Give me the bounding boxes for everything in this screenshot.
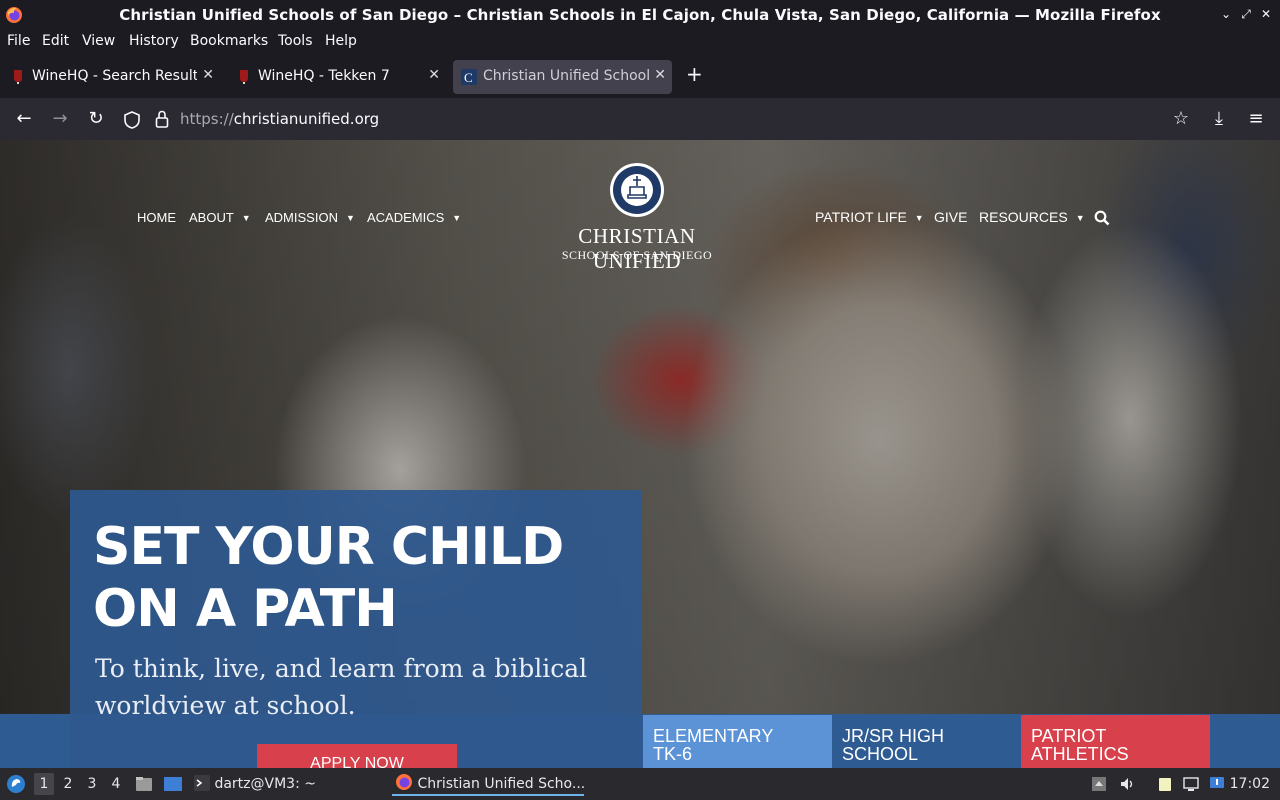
winehq-icon (240, 70, 248, 84)
site-logo[interactable]: CHRISTIAN UNIFIED SCHOOLS OF SAN DIEGO (534, 162, 740, 273)
lock-icon[interactable] (155, 110, 169, 128)
close-icon[interactable]: ✕ (1258, 7, 1274, 21)
caret-down-icon: ▼ (1075, 213, 1085, 223)
url-text[interactable]: https://christianunified.org (180, 110, 379, 128)
cus-favicon: C (461, 69, 477, 85)
tab-label: WineHQ - Tekken 7 (258, 68, 390, 84)
tray-up-icon[interactable] (1091, 776, 1107, 792)
workspace-2[interactable]: 2 (58, 776, 78, 792)
menu-bookmarks[interactable]: Bookmarks (190, 33, 268, 49)
close-tab-icon[interactable]: ✕ (428, 67, 440, 83)
nav-resources[interactable]: RESOURCES ▼ (979, 209, 1085, 225)
task-terminal[interactable]: dartz@VM3: ~ (194, 772, 316, 796)
maximize-icon[interactable]: ⤢ (1238, 7, 1254, 22)
web-page: HOME ABOUT ▼ ADMISSION ▼ ACADEMICS ▼ CHRIST… (0, 140, 1280, 768)
nav-academics[interactable]: ACADEMICS ▼ (367, 210, 461, 225)
caret-down-icon: ▼ (241, 213, 251, 223)
caret-down-icon: ▼ (914, 213, 924, 223)
tab-winehq-tekken[interactable]: WineHQ - Tekken 7 ✕ (228, 60, 446, 94)
workspace-3[interactable]: 3 (82, 776, 102, 792)
taskbar: 1 2 3 4 dartz@VM3: ~ Christian Unified S… (0, 768, 1280, 800)
menu-history[interactable]: History (129, 33, 179, 49)
logo-line-2: SCHOOLS OF SAN DIEGO (561, 248, 713, 262)
new-tab-button[interactable]: + (686, 62, 703, 86)
nav-give[interactable]: GIVE (934, 209, 967, 225)
menu-view[interactable]: View (82, 33, 115, 49)
volume-icon[interactable] (1119, 776, 1135, 792)
close-tab-icon[interactable]: ✕ (654, 67, 666, 83)
tab-christian-unified[interactable]: C Christian Unified Schools ✕ (453, 60, 672, 94)
window-titlebar: Christian Unified Schools of San Diego –… (0, 0, 1280, 30)
menu-help[interactable]: Help (325, 33, 357, 49)
tab-bar: WineHQ - Search Results ✕ WineHQ - Tekke… (0, 56, 1280, 98)
task-firefox[interactable]: Christian Unified Scho... (392, 772, 585, 796)
workspace-4[interactable]: 4 (106, 776, 126, 792)
firefox-icon (396, 774, 412, 790)
menu-file[interactable]: File (7, 33, 30, 49)
bookmark-star-icon[interactable]: ☆ (1169, 107, 1193, 131)
clock: 17:02 (1229, 776, 1270, 792)
downloads-icon[interactable]: ⤓ (1207, 107, 1231, 131)
nav-patriot-life[interactable]: PATRIOT LIFE ▼ (815, 209, 924, 225)
tab-label: WineHQ - Search Results (32, 68, 197, 84)
desktop-icon[interactable] (163, 775, 183, 793)
school-seal-icon (610, 163, 664, 217)
menu-edit[interactable]: Edit (42, 33, 69, 49)
close-tab-icon[interactable]: ✕ (202, 67, 214, 83)
minimize-icon[interactable]: ⌄ (1218, 7, 1234, 21)
forward-icon[interactable]: → (48, 107, 72, 131)
card-elementary[interactable]: ELEMENTARY TK-6 (643, 715, 832, 768)
start-menu-icon[interactable] (6, 774, 26, 794)
hero-subheadline: To think, live, and learn from a biblica… (95, 654, 588, 720)
hero-headline: SET YOUR CHILD ON A PATH (93, 517, 564, 639)
menu-tools[interactable]: Tools (278, 33, 313, 49)
winehq-icon (14, 70, 22, 84)
caret-down-icon: ▼ (345, 213, 355, 223)
menu-bar: File Edit View History Bookmarks Tools H… (0, 30, 1280, 54)
network-icon[interactable] (1183, 776, 1199, 792)
card-jr-sr-high[interactable]: JR/SR HIGH SCHOOL (832, 715, 1021, 768)
search-icon[interactable] (1094, 210, 1110, 226)
window-title: Christian Unified Schools of San Diego –… (119, 6, 1161, 24)
caret-down-icon: ▼ (452, 213, 462, 223)
tab-label: Christian Unified Schools (483, 68, 649, 84)
apply-now-button[interactable]: APPLY NOW (257, 744, 457, 768)
clipboard-icon[interactable] (1157, 776, 1173, 792)
back-icon[interactable]: ← (12, 107, 36, 131)
nav-home[interactable]: HOME (137, 210, 176, 225)
nav-about[interactable]: ABOUT ▼ (189, 210, 251, 225)
reload-icon[interactable]: ↻ (84, 107, 108, 131)
url-bar[interactable]: https://christianunified.org (118, 102, 1212, 136)
navigation-toolbar: ← → ↻ https://christianunified.org ☆ ⤓ ≡ (0, 98, 1280, 140)
nav-admission[interactable]: ADMISSION ▼ (265, 210, 355, 225)
notification-icon[interactable] (1209, 776, 1225, 792)
file-manager-icon[interactable] (135, 775, 153, 793)
workspace-1[interactable]: 1 (34, 773, 54, 795)
app-menu-icon[interactable]: ≡ (1244, 107, 1268, 131)
hero-panel: SET YOUR CHILD ON A PATH To think, live,… (70, 490, 642, 768)
tab-winehq-search[interactable]: WineHQ - Search Results ✕ (2, 60, 220, 94)
shield-icon[interactable] (124, 111, 140, 129)
svg-text:C: C (464, 70, 473, 85)
card-patriot-athletics[interactable]: PATRIOT ATHLETICS (1021, 715, 1210, 768)
terminal-icon (194, 775, 210, 791)
